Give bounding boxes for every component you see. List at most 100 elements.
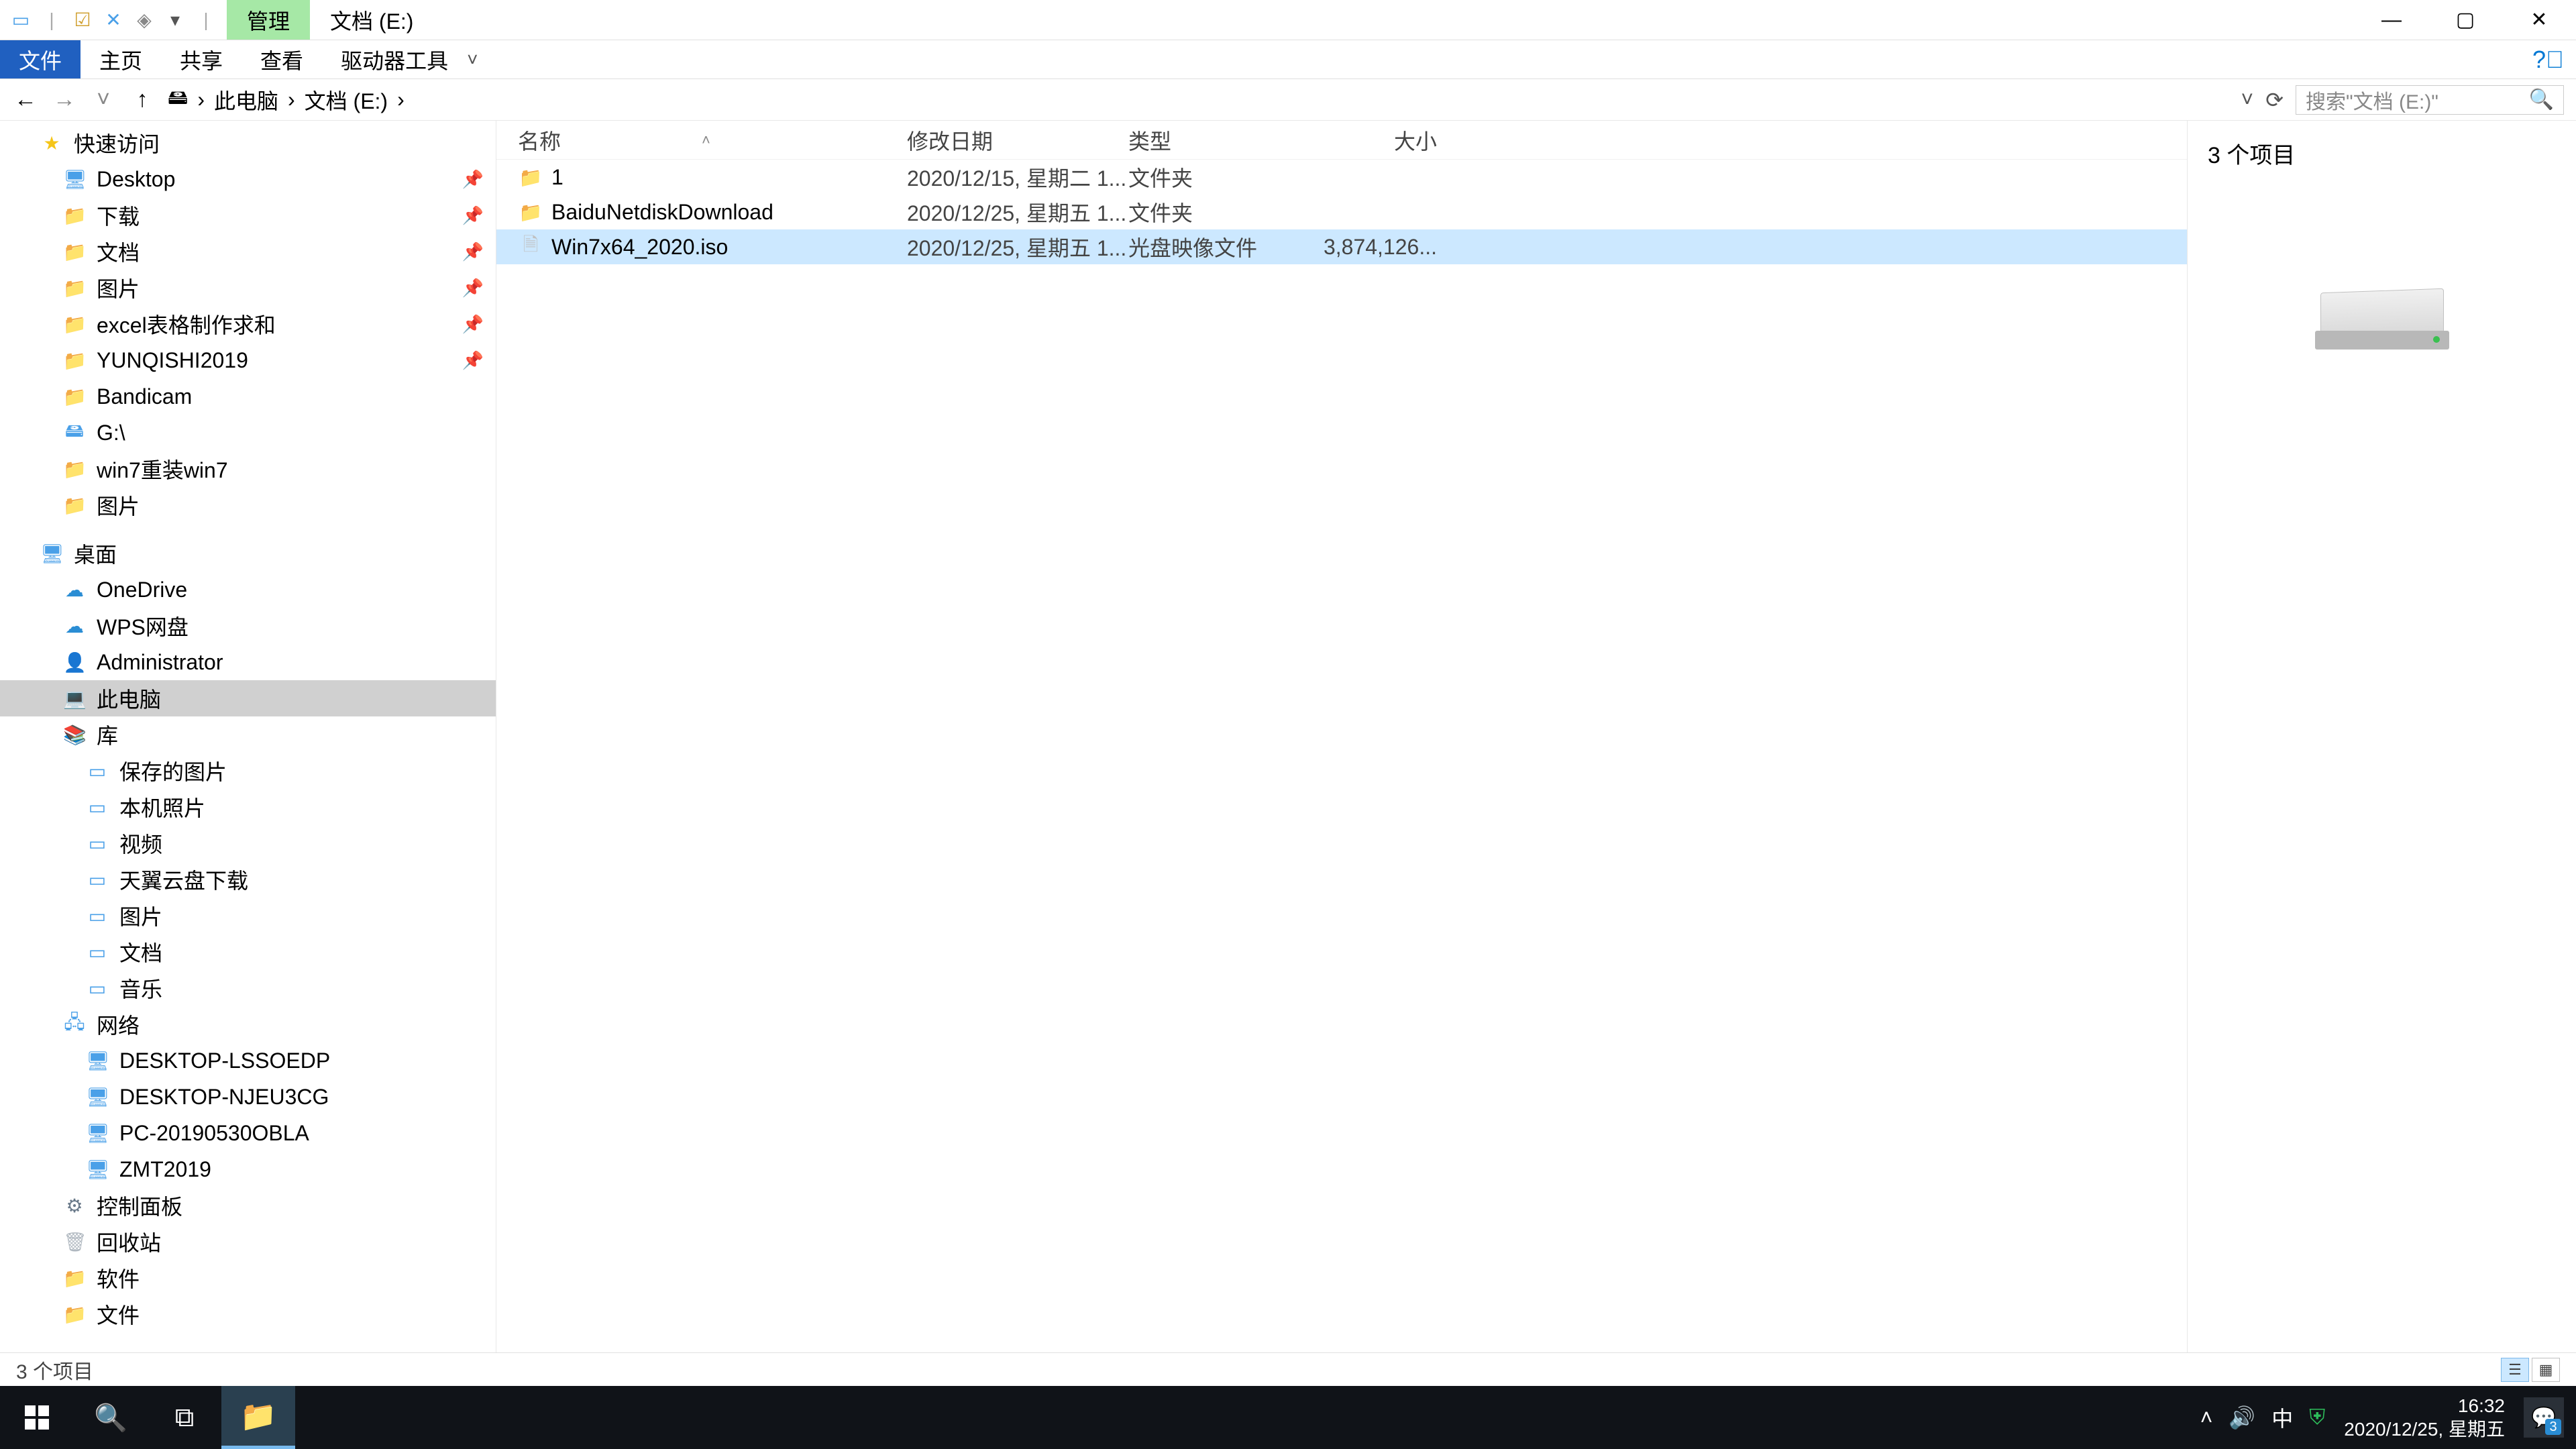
nav-quick-item[interactable]: 📁 win7重装win7 xyxy=(0,451,496,487)
minimize-button[interactable]: — xyxy=(2355,0,2428,40)
qat-dropdown-icon[interactable]: ▾ xyxy=(162,7,188,33)
pin-icon: 📌 xyxy=(462,205,484,226)
nav-label: 控制面板 xyxy=(97,1190,182,1221)
nav-network-item[interactable]: 🖥PC-20190530OBLA xyxy=(0,1115,496,1151)
nav-desktop-item[interactable]: 💻此电脑 xyxy=(0,680,496,716)
breadcrumb-item[interactable]: 此电脑 xyxy=(214,85,278,115)
nav-quick-item[interactable]: 🖥Desktop📌 xyxy=(0,161,496,197)
view-details-button[interactable]: ☰ xyxy=(2501,1358,2529,1382)
nav-library-item[interactable]: ▭保存的图片 xyxy=(0,753,496,789)
security-icon[interactable]: ⛨ xyxy=(2309,1405,2325,1430)
file-row[interactable]: 📁BaiduNetdiskDownload2020/12/25, 星期五 1..… xyxy=(496,195,2187,229)
notification-badge: 3 xyxy=(2545,1419,2561,1435)
file-row[interactable]: 📁12020/12/15, 星期二 1...文件夹 xyxy=(496,160,2187,195)
nav-desktop[interactable]: 🖥 桌面 xyxy=(0,535,496,572)
forward-button[interactable]: → xyxy=(51,87,78,113)
drive-preview-icon xyxy=(2315,290,2449,351)
clock-date: 2020/12/25, 星期五 xyxy=(2344,1417,2505,1441)
nav-quick-item[interactable]: 📁文档📌 xyxy=(0,233,496,270)
nav-library-item[interactable]: ▭视频 xyxy=(0,825,496,861)
computer-icon: 🖥 xyxy=(86,1122,109,1144)
ribbon-tab-file[interactable]: 文件 xyxy=(0,40,80,78)
navigation-pane[interactable]: ★ 快速访问 🖥Desktop📌📁下载📌📁文档📌📁图片📌📁excel表格制作求和… xyxy=(0,121,496,1352)
ribbon-tab-home[interactable]: 主页 xyxy=(80,40,161,78)
nav-quick-access[interactable]: ★ 快速访问 xyxy=(0,125,496,161)
nav-control-panel[interactable]: ⚙ 控制面板 xyxy=(0,1187,496,1224)
column-header-name[interactable]: 名称 ˄ xyxy=(518,125,907,156)
search-input[interactable]: 搜索"文档 (E:)" 🔍 xyxy=(2296,85,2564,115)
nav-desktop-item[interactable]: 📚库 xyxy=(0,716,496,753)
pin-icon: 📌 xyxy=(462,241,484,262)
nav-quick-item[interactable]: 📁图片 xyxy=(0,487,496,523)
nav-library-item[interactable]: ▭图片 xyxy=(0,898,496,934)
nav-label: win7重装win7 xyxy=(97,453,228,484)
nav-library-item[interactable]: ▭本机照片 xyxy=(0,789,496,825)
back-button[interactable]: ← xyxy=(12,87,39,113)
nav-quick-item[interactable]: 📁Bandicam xyxy=(0,378,496,415)
nav-library-item[interactable]: ▭音乐 xyxy=(0,970,496,1006)
folder-icon: 📁 xyxy=(240,1399,277,1434)
nav-label: excel表格制作求和 xyxy=(97,309,276,339)
ribbon-tab-drive-tools[interactable]: 驱动器工具 xyxy=(322,40,467,78)
column-header-date[interactable]: 修改日期 xyxy=(907,125,1128,156)
nav-quick-item[interactable]: 📁YUNQISHI2019📌 xyxy=(0,342,496,378)
nav-label: 图片 xyxy=(119,900,162,931)
nav-network[interactable]: 🖧 网络 xyxy=(0,1006,496,1042)
nav-quick-item[interactable]: 📁图片📌 xyxy=(0,270,496,306)
checkbox-icon[interactable]: ☑ xyxy=(70,7,95,33)
context-tab-manage[interactable]: 管理 xyxy=(227,0,310,40)
start-button[interactable] xyxy=(0,1386,74,1449)
task-view-button[interactable]: ⧉ xyxy=(148,1386,221,1449)
maximize-button[interactable]: ▢ xyxy=(2428,0,2502,40)
pin-icon: 📌 xyxy=(462,314,484,335)
refresh-button[interactable]: ⟳ xyxy=(2265,87,2284,113)
file-row[interactable]: 🗎Win7x64_2020.iso2020/12/25, 星期五 1...光盘映… xyxy=(496,229,2187,264)
nav-desktop-item[interactable]: ☁OneDrive xyxy=(0,572,496,608)
system-tray[interactable]: ˄ 🔊 中 ⛨ xyxy=(2200,1402,2326,1433)
help-icon[interactable]: ?⃝ xyxy=(2532,40,2564,78)
column-header-size[interactable]: 大小 xyxy=(1316,125,1437,156)
nav-desktop-item[interactable]: ☁WPS网盘 xyxy=(0,608,496,644)
file-type: 文件夹 xyxy=(1128,197,1316,227)
ribbon-expand-icon[interactable]: ˅ xyxy=(467,40,478,78)
search-icon[interactable]: 🔍 xyxy=(2529,88,2554,111)
close-button[interactable]: ✕ xyxy=(2502,0,2576,40)
folder-icon: 📁 xyxy=(63,458,86,480)
nav-network-item[interactable]: 🖥ZMT2019 xyxy=(0,1151,496,1187)
nav-label: 图片 xyxy=(97,272,140,303)
nav-quick-item[interactable]: 📁下载📌 xyxy=(0,197,496,233)
close-doc-icon[interactable]: ✕ xyxy=(101,7,126,33)
address-dropdown-icon[interactable]: ˅ xyxy=(2241,87,2254,112)
column-header-type[interactable]: 类型 xyxy=(1128,125,1316,156)
nav-library-item[interactable]: ▭天翼云盘下载 xyxy=(0,861,496,898)
nav-label: 音乐 xyxy=(119,973,162,1004)
folder-icon: 📁 xyxy=(63,386,86,408)
ribbon-tab-share[interactable]: 共享 xyxy=(161,40,241,78)
taskbar-explorer[interactable]: 📁 xyxy=(221,1386,295,1449)
nav-quick-item[interactable]: 📁excel表格制作求和📌 xyxy=(0,306,496,342)
ribbon-tab-view[interactable]: 查看 xyxy=(241,40,322,78)
nav-folder-files[interactable]: 📁 文件 xyxy=(0,1296,496,1332)
search-button[interactable]: 🔍 xyxy=(74,1386,148,1449)
volume-icon[interactable]: 🔊 xyxy=(2229,1405,2255,1430)
properties-icon[interactable]: ◈ xyxy=(131,7,157,33)
nav-quick-item[interactable]: 🖴G:\ xyxy=(0,415,496,451)
breadcrumb-item[interactable]: 文档 (E:) xyxy=(305,85,388,115)
recent-dropdown[interactable]: ˅ xyxy=(90,87,117,113)
library-icon: ▭ xyxy=(86,796,109,818)
breadcrumb-path[interactable]: 🖴 › 此电脑 › 文档 (E:) › xyxy=(168,83,2229,117)
taskbar-clock[interactable]: 16:32 2020/12/25, 星期五 xyxy=(2344,1394,2505,1441)
nav-recycle-bin[interactable]: 🗑 回收站 xyxy=(0,1224,496,1260)
view-icons-button[interactable]: ▦ xyxy=(2532,1358,2560,1382)
up-button[interactable]: ↑ xyxy=(129,87,156,113)
tray-expand-icon[interactable]: ˄ xyxy=(2200,1405,2213,1430)
nav-label: 天翼云盘下载 xyxy=(119,864,248,895)
nav-folder-software[interactable]: 📁 软件 xyxy=(0,1260,496,1296)
nav-network-item[interactable]: 🖥DESKTOP-NJEU3CG xyxy=(0,1079,496,1115)
notification-center[interactable]: 💬 3 xyxy=(2524,1397,2564,1438)
nav-network-item[interactable]: 🖥DESKTOP-LSSOEDP xyxy=(0,1042,496,1079)
nav-desktop-item[interactable]: 👤Administrator xyxy=(0,644,496,680)
ime-indicator[interactable]: 中 xyxy=(2271,1402,2293,1433)
nav-library-item[interactable]: ▭文档 xyxy=(0,934,496,970)
title-bar: ▭ | ☑ ✕ ◈ ▾ | 管理 文档 (E:) — ▢ ✕ xyxy=(0,0,2576,40)
